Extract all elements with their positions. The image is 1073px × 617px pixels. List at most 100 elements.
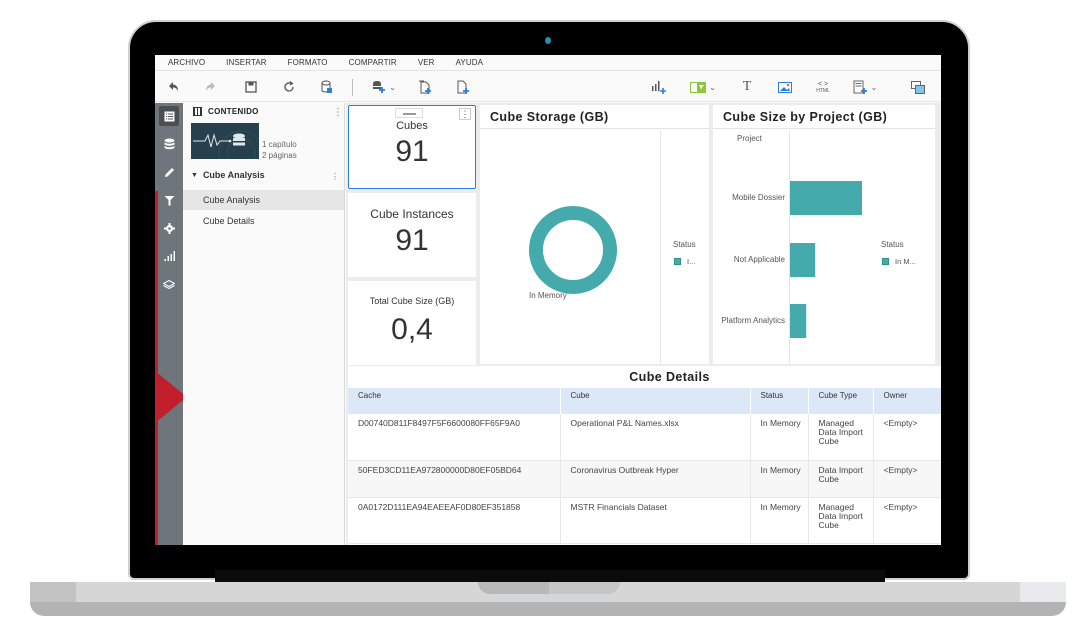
chevron-down-icon: ⌄ bbox=[389, 82, 396, 92]
text-button[interactable]: T bbox=[739, 79, 755, 95]
legend-label: In M... bbox=[895, 257, 916, 266]
cube-size-by-project-panel[interactable]: Cube Size by Project (GB) Project Mobile… bbox=[713, 105, 935, 364]
table-row[interactable]: 0A0172D111EA94EAEEAF0D80EF351858 MSTR Fi… bbox=[348, 497, 941, 544]
cell-cache: 0A0172D111EA94EAEEAF0D80EF351858 bbox=[348, 497, 561, 544]
kpi-total-cube-size[interactable]: Total Cube Size (GB) 0,4 bbox=[348, 281, 476, 365]
menu-compartir[interactable]: COMPARTIR bbox=[349, 58, 397, 67]
cell-cube: Coronavirus Outbreak Hyper bbox=[560, 460, 751, 498]
rail-filter[interactable] bbox=[159, 190, 179, 210]
add-page-icon bbox=[457, 80, 469, 94]
table-header-row: Cache Cube Status Cube Type Owner bbox=[348, 388, 941, 414]
cell-cache: 50FED3CD11EA972800000D80EF05BD64 bbox=[348, 460, 561, 498]
drag-handle[interactable] bbox=[395, 108, 423, 118]
menu-archivo[interactable]: ARCHIVO bbox=[168, 58, 205, 67]
rail-table-of-contents[interactable] bbox=[159, 106, 179, 126]
bar-mobile-dossier[interactable] bbox=[790, 181, 862, 215]
undo-button[interactable] bbox=[165, 79, 181, 95]
page-item-cube-details[interactable]: Cube Details bbox=[183, 211, 344, 231]
data-source-button[interactable] bbox=[319, 79, 335, 95]
menu-insertar[interactable]: INSERTAR bbox=[226, 58, 267, 67]
table-of-contents-icon bbox=[164, 111, 174, 121]
left-icon-rail bbox=[155, 103, 187, 545]
contents-panel: CONTENIDO ⋮ 1 capítulo 2 páginas ▼ Cube … bbox=[183, 103, 345, 545]
kpi-cubes[interactable]: ⋮ Cubes 91 bbox=[348, 105, 476, 189]
save-button[interactable] bbox=[243, 79, 259, 95]
insert-visualization-icon bbox=[652, 81, 666, 94]
legend-title: Status bbox=[881, 240, 904, 249]
column-header-cube[interactable]: Cube bbox=[560, 388, 751, 414]
cell-owner: <Empty> bbox=[873, 460, 941, 498]
camera bbox=[545, 37, 551, 44]
menu-bar: ARCHIVO INSERTAR FORMATO COMPARTIR VER A… bbox=[155, 55, 941, 71]
rail-chart[interactable] bbox=[159, 246, 179, 266]
laptop-mockup: ARCHIVO INSERTAR FORMATO COMPARTIR VER A… bbox=[0, 0, 1073, 617]
refresh-button[interactable] bbox=[281, 79, 297, 95]
chart-icon bbox=[164, 251, 175, 261]
menu-formato[interactable]: FORMATO bbox=[288, 58, 328, 67]
kpi-cube-instances[interactable]: Cube Instances 91 bbox=[348, 193, 476, 277]
kpi-more-icon[interactable]: ⋮ bbox=[459, 108, 471, 120]
page-item-cube-analysis[interactable]: Cube Analysis bbox=[183, 190, 344, 210]
category-label: Mobile Dossier bbox=[732, 193, 785, 202]
add-page-button[interactable] bbox=[455, 79, 471, 95]
redo-button[interactable] bbox=[203, 79, 219, 95]
dossier-thumbnail[interactable] bbox=[191, 123, 259, 159]
column-header-cache[interactable]: Cache bbox=[348, 388, 561, 414]
rail-settings[interactable] bbox=[159, 218, 179, 238]
add-dataset-icon bbox=[373, 81, 386, 93]
rail-format[interactable] bbox=[159, 162, 179, 182]
app-screen: ARCHIVO INSERTAR FORMATO COMPARTIR VER A… bbox=[155, 55, 941, 545]
insert-filter-button[interactable]: ⌄ bbox=[688, 79, 718, 95]
table-row[interactable]: 50FED3CD11EA972800000D80EF05BD64 Coronav… bbox=[348, 460, 941, 498]
cell-cube-type: Data Import Cube bbox=[808, 460, 874, 498]
rail-layers[interactable] bbox=[159, 274, 179, 294]
contents-title: CONTENIDO bbox=[208, 107, 259, 116]
table-row[interactable]: D00740D811F8497F5F6600080FF65F9A0 Operat… bbox=[348, 414, 941, 461]
legend-item[interactable]: I... bbox=[674, 257, 695, 266]
menu-ver[interactable]: VER bbox=[418, 58, 435, 67]
pulse-database-icon bbox=[193, 130, 259, 159]
cell-cube-type: Managed Data Import Cube bbox=[808, 414, 874, 461]
chapter-more-icon[interactable]: ⋮ bbox=[331, 172, 339, 182]
html-container-button[interactable]: < > HTML bbox=[812, 79, 834, 95]
dossier-meta: 1 capítulo 2 páginas bbox=[262, 139, 297, 161]
widgets-icon bbox=[853, 80, 867, 94]
column-header-cube-type[interactable]: Cube Type bbox=[808, 388, 874, 414]
kpi-label: Cubes bbox=[396, 120, 428, 132]
add-chapter-button[interactable] bbox=[417, 79, 433, 95]
page-label: Cube Details bbox=[203, 216, 255, 226]
donut-slice-in-memory[interactable] bbox=[529, 206, 617, 294]
image-button[interactable] bbox=[777, 79, 793, 95]
chart-title: Cube Size by Project (GB) bbox=[713, 105, 935, 129]
insert-visualization-button[interactable] bbox=[649, 79, 669, 95]
rail-datasets[interactable] bbox=[159, 134, 179, 154]
toolbar-separator bbox=[352, 79, 353, 96]
menu-ayuda[interactable]: AYUDA bbox=[456, 58, 483, 67]
chapter-item[interactable]: ▼ Cube Analysis bbox=[191, 170, 265, 180]
cell-status: In Memory bbox=[750, 497, 809, 544]
cell-owner: <Empty> bbox=[873, 414, 941, 461]
cube-storage-panel[interactable]: Cube Storage (GB) In Memory Status I... bbox=[480, 105, 709, 364]
filter-icon bbox=[164, 195, 174, 205]
html-label: HTML bbox=[816, 87, 830, 94]
chevron-down-icon: ⌄ bbox=[870, 82, 878, 92]
widgets-button[interactable]: ⌄ bbox=[849, 79, 881, 95]
toolbar: ⌄ ⌄ T < > HTML ⌄ bbox=[155, 72, 941, 102]
bar-not-applicable[interactable] bbox=[790, 243, 816, 277]
html-container-icon: < > bbox=[817, 80, 829, 88]
column-header-owner[interactable]: Owner bbox=[873, 388, 941, 414]
layers-icon bbox=[163, 279, 175, 289]
legend-item[interactable]: In M... bbox=[882, 257, 916, 266]
layers-button[interactable] bbox=[910, 79, 926, 95]
column-header-status[interactable]: Status bbox=[750, 388, 809, 414]
kpi-value: 91 bbox=[395, 135, 429, 168]
contents-more-icon[interactable]: ⋮ bbox=[333, 108, 343, 118]
category-label: Platform Analytics bbox=[721, 316, 785, 325]
cube-details-grid[interactable]: Cube Details Cache Cube Status Cube Type… bbox=[348, 366, 941, 545]
bar-platform-analytics[interactable] bbox=[790, 304, 807, 338]
brand-accent-bar bbox=[155, 191, 158, 545]
format-icon bbox=[164, 167, 174, 177]
redo-icon bbox=[206, 82, 215, 91]
add-dataset-button[interactable]: ⌄ bbox=[369, 79, 399, 95]
legend-divider bbox=[660, 130, 661, 364]
